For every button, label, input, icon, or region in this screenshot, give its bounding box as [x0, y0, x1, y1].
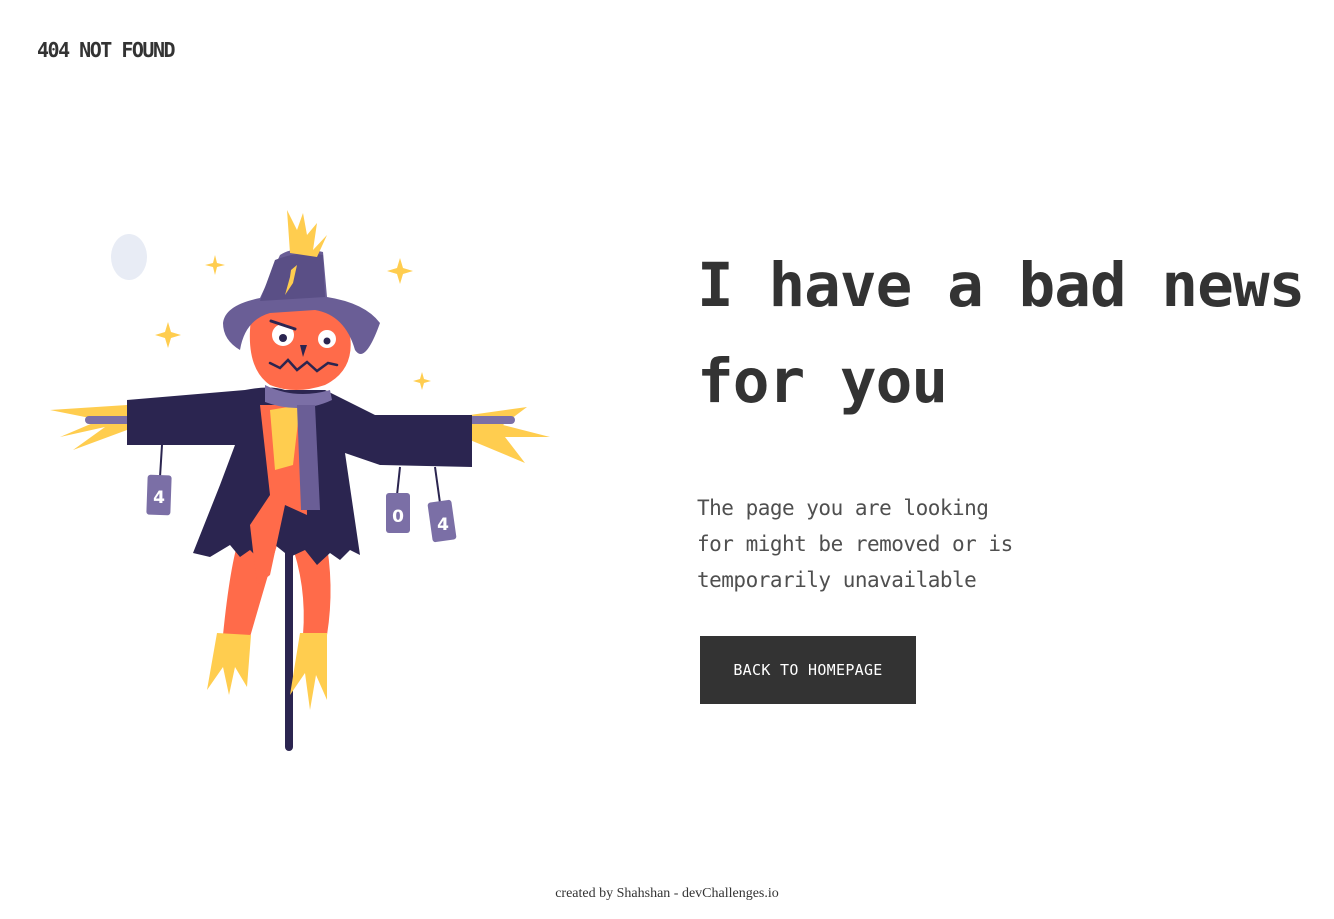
page-headline: I have a bad news for you — [697, 238, 1334, 430]
can-label-2: 0 — [392, 507, 404, 527]
page-description: The page you are looking for might be re… — [697, 490, 1117, 598]
site-logo-title[interactable]: 404 NOT FOUND — [37, 38, 176, 62]
can-4-left: 4 — [146, 474, 172, 516]
description-line-3: temporarily unavailable — [697, 568, 977, 592]
footer-credit: created by Shahshan - devChallenges.io — [555, 886, 779, 901]
description-line-1: The page you are looking — [697, 496, 989, 520]
left-arm-straw — [50, 405, 127, 450]
back-to-homepage-button[interactable]: BACK TO HOMEPAGE — [700, 636, 916, 704]
can-label-3: 4 — [437, 515, 449, 535]
scarecrow-pole — [285, 523, 293, 751]
can-label-1: 4 — [153, 488, 165, 508]
can-0-middle: 0 — [386, 493, 410, 533]
description-line-2: for might be removed or is — [697, 532, 1013, 556]
scarecrow-illustration: 4 0 4 — [50, 210, 550, 751]
can-4-right: 4 — [427, 499, 457, 543]
headline-line-1: I have a bad news — [697, 250, 1305, 321]
right-arm-straw — [470, 407, 550, 463]
moon-shape — [111, 234, 147, 280]
headline-line-2: for you — [697, 346, 948, 417]
